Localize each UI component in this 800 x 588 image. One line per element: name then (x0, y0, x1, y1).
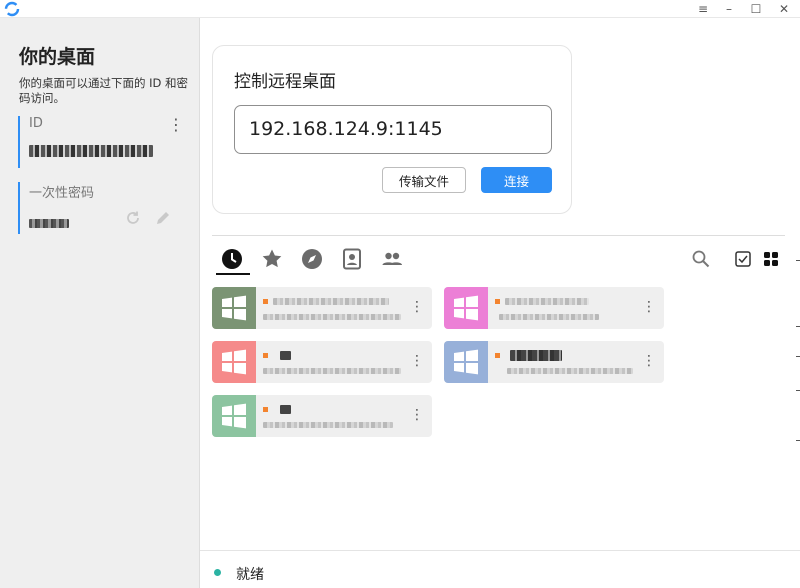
address-book-icon[interactable] (341, 248, 363, 270)
peer-info-redacted (263, 422, 393, 428)
windows-icon (212, 395, 256, 437)
id-label: ID (29, 116, 43, 131)
edit-password-icon[interactable] (154, 209, 172, 227)
windows-icon (212, 341, 256, 383)
peer-menu-icon[interactable]: ⋮ (410, 407, 424, 423)
peer-card[interactable]: ⋮ (444, 341, 664, 383)
sidebar-title: 你的桌面 (19, 46, 96, 68)
main-panel: 控制远程桌面 192.168.124.9:1145 传输文件 连接 ⋮ ⋮ ⋮ … (200, 18, 800, 588)
edge-mark (796, 260, 800, 261)
peer-menu-icon[interactable]: ⋮ (410, 299, 424, 315)
connect-button[interactable]: 连接 (481, 167, 552, 193)
menu-icon[interactable]: ≡ (690, 0, 716, 18)
windows-icon (444, 341, 488, 383)
peer-card[interactable]: ⋮ (444, 287, 664, 329)
refresh-password-icon[interactable] (124, 209, 142, 227)
status-text: 就绪 (236, 567, 264, 583)
peer-name-redacted (273, 298, 389, 305)
password-label: 一次性密码 (29, 186, 95, 201)
select-checkbox-icon[interactable] (732, 248, 754, 270)
windows-icon (212, 287, 256, 329)
divider (212, 235, 785, 236)
platform-badge (263, 353, 268, 358)
platform-badge (263, 299, 268, 304)
connect-card: 控制远程桌面 192.168.124.9:1145 传输文件 连接 (212, 45, 572, 214)
peer-name-redacted (280, 351, 291, 360)
status-indicator (214, 569, 221, 576)
connect-card-title: 控制远程桌面 (234, 72, 336, 92)
peer-info-redacted (507, 368, 633, 374)
peer-menu-icon[interactable]: ⋮ (642, 299, 656, 315)
sidebar-description: 你的桌面可以通过下面的 ID 和密码访问。 (19, 76, 189, 105)
id-menu-icon[interactable]: ⋮ (168, 117, 184, 133)
edge-mark (796, 440, 800, 441)
edge-mark (796, 326, 800, 327)
peer-card[interactable]: ⋮ (212, 395, 432, 437)
title-bar: ≡ – ☐ ✕ (0, 0, 800, 18)
peer-info-redacted (263, 314, 401, 320)
peer-card[interactable]: ⋮ (212, 341, 432, 383)
close-icon[interactable]: ✕ (771, 0, 797, 18)
edge-mark (796, 356, 800, 357)
maximize-icon[interactable]: ☐ (743, 0, 769, 18)
peer-menu-icon[interactable]: ⋮ (642, 353, 656, 369)
windows-icon (444, 287, 488, 329)
platform-badge (495, 353, 500, 358)
peer-card[interactable]: ⋮ (212, 287, 432, 329)
peer-menu-icon[interactable]: ⋮ (410, 353, 424, 369)
discover-icon[interactable] (301, 248, 323, 270)
recent-icon[interactable] (221, 248, 243, 270)
status-bar: 就绪 (200, 550, 800, 588)
star-icon[interactable] (261, 248, 283, 270)
app-logo-icon (4, 1, 20, 17)
peer-name-redacted (505, 298, 589, 305)
platform-badge (495, 299, 500, 304)
search-icon[interactable] (690, 248, 712, 270)
grid-view-icon[interactable] (760, 248, 782, 270)
peer-name-redacted (280, 405, 291, 414)
platform-badge (263, 407, 268, 412)
active-tab-indicator (216, 273, 250, 275)
peer-name-redacted (510, 350, 562, 361)
id-value[interactable] (29, 142, 190, 161)
transfer-file-button[interactable]: 传输文件 (382, 167, 466, 193)
remote-id-input[interactable]: 192.168.124.9:1145 (234, 105, 552, 154)
group-icon[interactable] (381, 248, 403, 270)
edge-mark (796, 390, 800, 391)
minimize-icon[interactable]: – (716, 0, 742, 18)
peer-info-redacted (263, 368, 401, 374)
sidebar: 你的桌面 你的桌面可以通过下面的 ID 和密码访问。 ID ⋮ 一次性密码 (0, 18, 200, 588)
id-section: ID (18, 116, 190, 168)
peer-info-redacted (499, 314, 599, 320)
